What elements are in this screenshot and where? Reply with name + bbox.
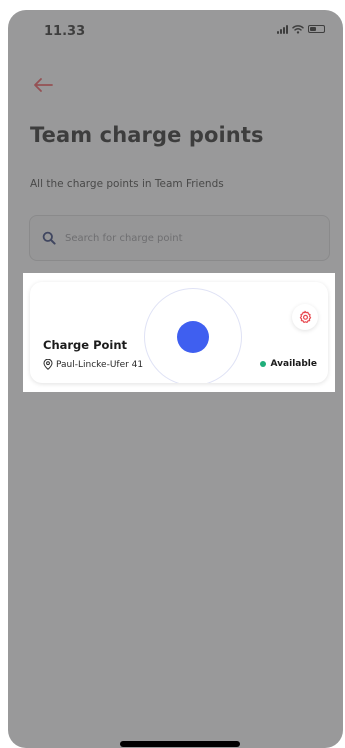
home-indicator: [120, 741, 240, 747]
page-title: Team charge points: [30, 123, 264, 147]
back-button[interactable]: [31, 76, 55, 94]
status-icons: [277, 24, 325, 34]
arrow-left-icon: [34, 78, 53, 92]
settings-button[interactable]: [292, 304, 318, 330]
phone-frame: 11.33 Team charge points All the charge …: [0, 0, 345, 748]
status-text: Available: [270, 359, 317, 369]
charge-point-card[interactable]: Charge Point Paul-Lincke-Ufer 41 Availab…: [30, 282, 328, 383]
status-time: 11.33: [44, 24, 86, 39]
search-input[interactable]: [65, 227, 315, 249]
address-text: Paul-Lincke-Ufer 41: [56, 359, 144, 370]
location-pin-icon: [43, 359, 53, 370]
status-bar: 11.33: [8, 10, 343, 50]
search-bar[interactable]: [29, 215, 330, 261]
touch-ring: [144, 288, 242, 383]
charge-point-address: Paul-Lincke-Ufer 41: [43, 359, 143, 370]
search-icon: [42, 231, 56, 245]
battery-icon: [308, 25, 325, 33]
signal-icon: [277, 24, 288, 34]
wifi-icon: [292, 25, 304, 34]
touch-indicator: [177, 321, 209, 353]
status-dot-icon: [259, 361, 266, 367]
gear-icon: [299, 310, 312, 323]
charge-point-name: Charge Point: [43, 338, 128, 352]
page-subtitle: All the charge points in Team Friends: [30, 178, 224, 190]
status-badge: Available: [259, 359, 317, 369]
highlight-region: Charge Point Paul-Lincke-Ufer 41 Availab…: [23, 273, 335, 392]
